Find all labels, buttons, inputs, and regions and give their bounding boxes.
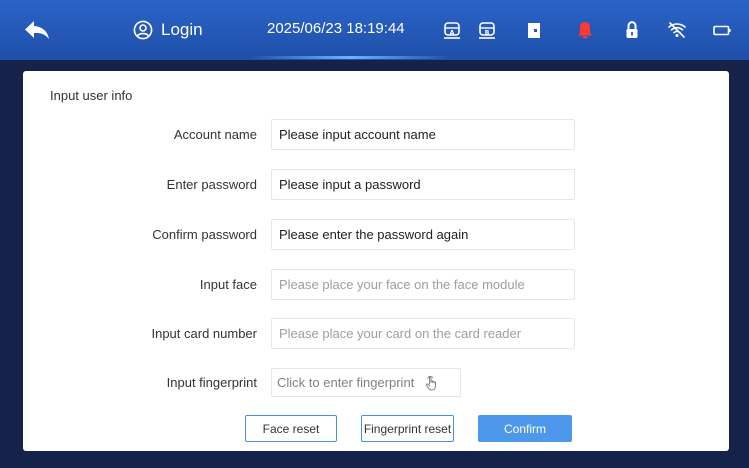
wifi-off-icon bbox=[668, 22, 686, 38]
card-row: Input card number bbox=[23, 318, 729, 350]
datetime-display: 2025/06/23 18:19:44 bbox=[267, 20, 405, 37]
password-label: Enter password bbox=[166, 177, 257, 192]
fingerprint-enroll-text: Click to enter fingerprint bbox=[277, 375, 415, 390]
face-label: Input face bbox=[199, 277, 257, 292]
fingerprint-enroll-button[interactable]: Click to enter fingerprint bbox=[271, 368, 461, 397]
active-indicator bbox=[250, 56, 450, 59]
account-name-label: Account name bbox=[173, 127, 257, 142]
face-row: Input face bbox=[23, 269, 729, 301]
panel-title: Input user info bbox=[50, 88, 133, 103]
confirm-password-input[interactable] bbox=[271, 219, 575, 250]
fingerprint-reset-button[interactable]: Fingerprint reset bbox=[361, 415, 454, 442]
battery-icon bbox=[713, 25, 731, 36]
bus-a-icon: A bbox=[444, 22, 460, 39]
confirm-password-label: Confirm password bbox=[152, 227, 257, 242]
door-icon bbox=[528, 23, 540, 38]
back-arrow-icon[interactable] bbox=[24, 20, 50, 40]
login-label: Login bbox=[161, 20, 203, 39]
account-name-row: Account name bbox=[23, 119, 729, 151]
card-number-input[interactable] bbox=[271, 318, 575, 349]
face-input[interactable] bbox=[271, 269, 575, 300]
face-reset-button[interactable]: Face reset bbox=[245, 415, 337, 442]
account-name-input[interactable] bbox=[271, 119, 575, 150]
password-row: Enter password bbox=[23, 169, 729, 201]
lock-icon bbox=[626, 21, 638, 38]
bus-b-icon: B bbox=[479, 22, 495, 39]
fingerprint-label: Input fingerprint bbox=[166, 375, 257, 390]
svg-text:B: B bbox=[485, 29, 490, 36]
confirm-password-row: Confirm password bbox=[23, 219, 729, 251]
login-button[interactable]: Login bbox=[133, 17, 203, 43]
fingerprint-row: Input fingerprint Click to enter fingerp… bbox=[23, 368, 729, 400]
tap-hand-icon bbox=[426, 375, 437, 390]
card-label: Input card number bbox=[151, 326, 257, 341]
user-circle-icon bbox=[133, 20, 153, 40]
user-info-panel: Input user info Account name Enter passw… bbox=[23, 71, 729, 451]
svg-text:A: A bbox=[450, 29, 455, 36]
alarm-bell-icon bbox=[578, 22, 592, 39]
password-input[interactable] bbox=[271, 169, 575, 200]
confirm-button[interactable]: Confirm bbox=[478, 415, 572, 442]
top-status-bar: Login 2025/06/23 18:19:44 A B bbox=[0, 0, 749, 60]
